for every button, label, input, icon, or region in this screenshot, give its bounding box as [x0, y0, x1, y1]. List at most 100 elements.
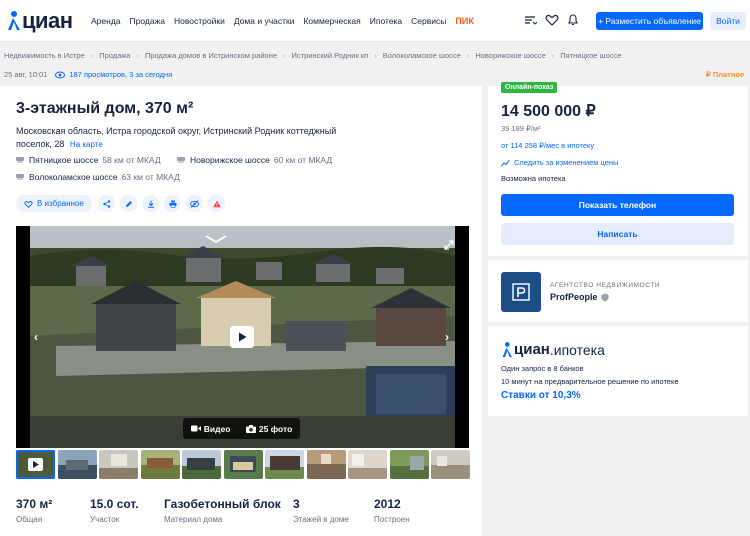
- breadcrumb: Недвижимость в Истре › Продажа › Продажа д…: [4, 51, 621, 60]
- logo-text: циан: [22, 8, 73, 33]
- ipoteka-rate-link[interactable]: Ставки от 10,3%: [501, 390, 581, 401]
- post-ad-button[interactable]: + Разместить объявление: [596, 12, 703, 30]
- video-icon: [190, 425, 201, 432]
- nav-pik[interactable]: ПИК: [455, 16, 473, 26]
- print-button[interactable]: [164, 195, 181, 212]
- train-icon: [16, 157, 24, 163]
- online-viewing-badge: Онлайн-показ: [501, 82, 558, 93]
- follow-price-link[interactable]: Следить за изменением цены: [501, 158, 618, 167]
- show-phone-button[interactable]: Показать телефон: [501, 194, 734, 216]
- spec-value: Газобетонный блок: [164, 497, 281, 511]
- camera-icon: [245, 424, 256, 433]
- play-button[interactable]: [230, 326, 254, 348]
- ipoteka-line-1: Один запрос в 8 банков: [501, 364, 584, 373]
- cian-logo[interactable]: циан: [6, 8, 73, 34]
- edit-button[interactable]: [120, 195, 137, 212]
- agency-name-text: ProfPeople: [550, 292, 598, 302]
- highway-item: Новорижское шоссе 60 км от МКАД: [177, 155, 332, 165]
- eye-off-icon: [190, 199, 199, 208]
- spec-plot: 15.0 сот. Участок: [90, 497, 139, 524]
- thumbnail[interactable]: [57, 450, 97, 479]
- thumbnail[interactable]: [265, 450, 304, 479]
- map-link[interactable]: На карте: [70, 140, 103, 149]
- mortgage-payment-link[interactable]: от 114 258 ₽/мес в ипотеку: [501, 141, 594, 150]
- thumbnail[interactable]: [348, 450, 387, 479]
- ipoteka-logo-suffix: .ипотека: [549, 341, 605, 358]
- download-button[interactable]: [142, 195, 159, 212]
- write-button[interactable]: Написать: [501, 223, 734, 245]
- eye-icon: [55, 71, 66, 78]
- nav-commercial[interactable]: Коммерческая: [303, 16, 360, 26]
- breadcrumb-item[interactable]: Пятницкое шоссе: [560, 51, 621, 60]
- spec-label: Этажей в доме: [293, 515, 349, 524]
- views-count[interactable]: 187 просмотров, 3 за сегодня: [69, 70, 172, 79]
- nav-mortgage[interactable]: Ипотека: [370, 16, 402, 26]
- breadcrumb-item[interactable]: Волоколамское шоссе: [383, 51, 461, 60]
- breadcrumb-item[interactable]: Недвижимость в Истре: [4, 51, 85, 60]
- share-icon: [102, 199, 110, 208]
- breadcrumb-item[interactable]: Продажа: [99, 51, 130, 60]
- spec-value: 3: [293, 497, 300, 511]
- pencil-icon: [125, 200, 132, 207]
- thumbnail[interactable]: [140, 450, 180, 479]
- photos-tab[interactable]: 25 фото: [245, 423, 293, 434]
- thumbnail-video[interactable]: [16, 450, 55, 479]
- compare-icon[interactable]: [523, 13, 537, 27]
- paid-label: Платное: [712, 70, 745, 79]
- share-button[interactable]: [98, 195, 115, 212]
- spec-label: Построен: [374, 515, 410, 524]
- listing-meta: 25 авг, 10:01 187 просмотров, 3 за сегод…: [4, 70, 172, 79]
- nav-services[interactable]: Сервисы: [411, 16, 446, 26]
- prev-photo-arrow[interactable]: ‹: [34, 330, 38, 344]
- spec-value: 2012: [374, 497, 401, 511]
- highway-distance: 58 км от МКАД: [102, 155, 161, 165]
- publish-date: 25 авг, 10:01: [4, 70, 48, 79]
- thumbnail[interactable]: [389, 450, 429, 479]
- agency-name[interactable]: ProfPeople: [550, 292, 609, 302]
- breadcrumb-separator: ›: [374, 51, 377, 60]
- ipoteka-logo-brand: циан: [514, 341, 550, 358]
- agency-logo[interactable]: [501, 272, 541, 312]
- chevron-down-icon: [205, 235, 227, 244]
- spec-value: 15.0 сот.: [90, 497, 139, 511]
- favorite-button[interactable]: В избранное: [16, 195, 92, 212]
- nav-houses[interactable]: Дома и участки: [234, 16, 295, 26]
- expand-icon[interactable]: [444, 240, 454, 250]
- breadcrumb-item[interactable]: Новорижское шоссе: [475, 51, 545, 60]
- thumbnail[interactable]: [182, 450, 221, 479]
- spec-built: 2012 Построен: [374, 497, 410, 524]
- mortgage-possible: Возможна ипотека: [501, 174, 566, 183]
- nav-rent[interactable]: Аренда: [91, 16, 121, 26]
- highway-name: Пятницкое шоссе: [29, 155, 99, 165]
- highway-name: Новорижское шоссе: [190, 155, 270, 165]
- main-nav: Аренда Продажа Новостройки Дома и участк…: [91, 16, 483, 26]
- next-photo-arrow[interactable]: ›: [445, 330, 449, 344]
- highway-distance: 63 км от МКАД: [121, 172, 180, 182]
- ipoteka-line-2: 10 минут на предварительное решение по и…: [501, 377, 679, 386]
- photos-label: 25 фото: [258, 423, 293, 434]
- spec-label: Общая: [16, 515, 43, 524]
- nav-sale[interactable]: Продажа: [130, 16, 165, 26]
- report-button[interactable]: [208, 195, 225, 212]
- play-icon: [238, 332, 246, 342]
- login-button[interactable]: Войти: [710, 12, 746, 30]
- spec-material: Газобетонный блок Материал дома: [164, 497, 281, 524]
- address-text: Московская область, Истра городской окру…: [16, 126, 337, 149]
- spec-label: Участок: [90, 515, 120, 524]
- breadcrumb-item[interactable]: Продажа домов в Истринском районе: [145, 51, 277, 60]
- hide-button[interactable]: [186, 195, 203, 212]
- thumbnail[interactable]: [431, 450, 470, 479]
- thumbnail[interactable]: [223, 450, 263, 479]
- train-icon: [16, 174, 24, 180]
- spec-value: 370 м²: [16, 497, 53, 511]
- nav-new-buildings[interactable]: Новостройки: [174, 16, 225, 26]
- heart-icon[interactable]: [545, 13, 559, 27]
- bell-icon[interactable]: [566, 13, 580, 27]
- thumbnail[interactable]: [99, 450, 138, 479]
- shield-icon: [601, 293, 609, 301]
- thumbnail[interactable]: [306, 450, 346, 479]
- video-tab[interactable]: Видео: [190, 424, 230, 434]
- cian-ipoteka-logo[interactable]: циан .ипотека: [501, 341, 605, 358]
- breadcrumb-item[interactable]: Истринский Родник кп: [292, 51, 369, 60]
- breadcrumb-separator: ›: [283, 51, 286, 60]
